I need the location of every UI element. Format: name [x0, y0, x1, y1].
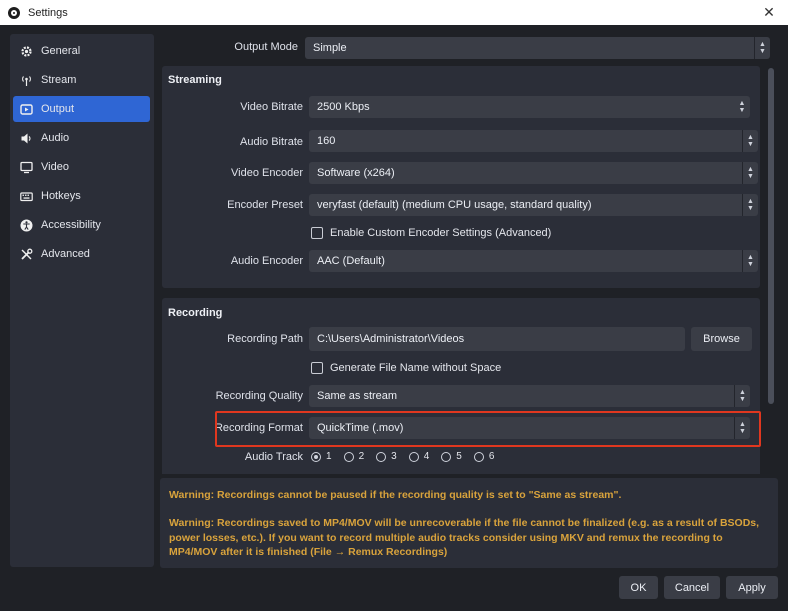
chevron-updown-icon: ▲ ▼ — [742, 250, 758, 272]
window-title: Settings — [28, 6, 68, 19]
audio-track-radio-group: 1 2 3 4 5 6 — [311, 451, 506, 462]
cancel-button[interactable]: Cancel — [664, 576, 720, 599]
streaming-group-title: Streaming — [168, 74, 222, 86]
chevron-updown-icon: ▲ ▼ — [742, 130, 758, 152]
custom-encoder-checkbox[interactable] — [311, 227, 323, 239]
sidebar-item-label: Audio — [41, 132, 70, 144]
sidebar-item-advanced[interactable]: Advanced — [13, 241, 150, 267]
video-bitrate-label: Video Bitrate — [240, 101, 303, 113]
no-space-checkbox[interactable] — [311, 362, 323, 374]
audio-track-option[interactable]: 3 — [376, 451, 397, 462]
recording-group: Recording Recording Path C:\Users\Admini… — [162, 298, 760, 474]
sidebar-item-label: Output — [41, 103, 75, 115]
audio-encoder-value: AAC (Default) — [317, 255, 385, 267]
monitor-icon — [20, 161, 33, 174]
sidebar-item-video[interactable]: Video — [13, 154, 150, 180]
close-icon[interactable]: ✕ — [756, 0, 782, 25]
output-mode-select[interactable]: Simple ▲ ▼ — [305, 37, 770, 59]
video-bitrate-spinbox[interactable]: 2500 Kbps ▲ ▼ — [309, 96, 750, 118]
sidebar-item-label: Accessibility — [41, 219, 101, 231]
recording-path-input[interactable]: C:\Users\Administrator\Videos — [309, 327, 685, 351]
video-encoder-select[interactable]: Software (x264) ▲ ▼ — [309, 162, 758, 184]
warnings-panel: Warning: Recordings cannot be paused if … — [160, 478, 778, 568]
recording-path-value: C:\Users\Administrator\Videos — [317, 333, 465, 345]
tools-icon — [20, 248, 33, 261]
sidebar-item-output[interactable]: Output — [13, 96, 150, 122]
sidebar-item-hotkeys[interactable]: Hotkeys — [13, 183, 150, 209]
output-mode-label: Output Mode — [234, 41, 298, 53]
settings-scrollbar[interactable] — [768, 68, 774, 404]
recording-group-title: Recording — [168, 307, 223, 319]
recording-path-label: Recording Path — [227, 333, 303, 345]
output-icon — [20, 103, 33, 116]
browse-button[interactable]: Browse — [691, 327, 752, 351]
sidebar-item-label: Video — [41, 161, 69, 173]
radio-button[interactable] — [376, 451, 387, 462]
chevron-updown-icon: ▲ ▼ — [754, 37, 770, 59]
speaker-icon — [20, 132, 33, 145]
streaming-group: Streaming Video Bitrate 2500 Kbps ▲ ▼ Aud… — [162, 66, 760, 288]
recording-quality-value: Same as stream — [317, 390, 398, 402]
video-bitrate-value: 2500 Kbps — [317, 101, 370, 113]
sidebar-item-label: General — [41, 45, 81, 57]
encoder-preset-value: veryfast (default) (medium CPU usage, st… — [317, 199, 592, 211]
apply-button[interactable]: Apply — [726, 576, 778, 599]
gear-icon — [20, 45, 33, 58]
radio-button[interactable] — [408, 451, 419, 462]
sidebar-item-label: Hotkeys — [41, 190, 81, 202]
title-bar: Settings ✕ — [0, 0, 788, 25]
audio-bitrate-value: 160 — [317, 135, 336, 147]
audio-track-option[interactable]: 2 — [343, 451, 364, 462]
audio-track-option[interactable]: 6 — [473, 451, 494, 462]
radio-button[interactable] — [441, 451, 452, 462]
antenna-icon — [20, 74, 33, 87]
sidebar-item-label: Advanced — [41, 248, 90, 260]
settings-sidebar: General Stream Output Audio Video Hotkey… — [10, 34, 154, 567]
audio-encoder-label: Audio Encoder — [230, 255, 303, 267]
obs-logo-icon — [8, 6, 20, 19]
encoder-preset-label: Encoder Preset — [227, 199, 303, 211]
audio-bitrate-select[interactable]: 160 ▲ ▼ — [309, 130, 758, 152]
spin-arrows-icon[interactable]: ▲ ▼ — [734, 96, 750, 118]
chevron-updown-icon: ▲ ▼ — [742, 162, 758, 184]
radio-button[interactable] — [311, 451, 321, 462]
output-settings-panel: Output Mode Simple ▲ ▼ Streaming Video Bi… — [160, 34, 778, 474]
radio-button[interactable] — [473, 451, 484, 462]
sidebar-item-general[interactable]: General — [13, 38, 150, 64]
custom-encoder-checkbox-row[interactable]: Enable Custom Encoder Settings (Advanced… — [311, 227, 551, 239]
accessibility-icon — [20, 219, 33, 232]
sidebar-item-label: Stream — [41, 74, 77, 86]
chevron-updown-icon: ▲ ▼ — [734, 385, 750, 407]
sidebar-item-audio[interactable]: Audio — [13, 125, 150, 151]
warning-mp4-text: Warning: Recordings saved to MP4/MOV wil… — [169, 517, 760, 558]
video-encoder-label: Video Encoder — [231, 167, 303, 179]
audio-track-label: Audio Track — [244, 451, 303, 463]
encoder-preset-select[interactable]: veryfast (default) (medium CPU usage, st… — [309, 194, 758, 216]
chevron-updown-icon: ▲ ▼ — [742, 194, 758, 216]
no-space-label: Generate File Name without Space — [330, 362, 502, 374]
audio-bitrate-label: Audio Bitrate — [240, 136, 303, 148]
video-encoder-value: Software (x264) — [317, 167, 395, 179]
audio-track-option[interactable]: 1 — [311, 451, 332, 462]
keyboard-icon — [20, 190, 33, 203]
audio-encoder-select[interactable]: AAC (Default) ▲ ▼ — [309, 250, 758, 272]
recording-quality-label: Recording Quality — [215, 390, 303, 402]
ok-button[interactable]: OK — [619, 576, 658, 599]
sidebar-item-accessibility[interactable]: Accessibility — [13, 212, 150, 238]
audio-track-option[interactable]: 5 — [441, 451, 462, 462]
radio-button[interactable] — [343, 451, 354, 462]
audio-track-option[interactable]: 4 — [408, 451, 429, 462]
custom-encoder-label: Enable Custom Encoder Settings (Advanced… — [330, 227, 552, 239]
no-space-checkbox-row[interactable]: Generate File Name without Space — [311, 362, 501, 374]
recording-quality-select[interactable]: Same as stream ▲ ▼ — [309, 385, 750, 407]
warning-paused-text: Warning: Recordings cannot be paused if … — [169, 489, 622, 501]
sidebar-item-stream[interactable]: Stream — [13, 67, 150, 93]
recording-format-highlight — [215, 411, 761, 447]
output-mode-value: Simple — [313, 42, 347, 54]
